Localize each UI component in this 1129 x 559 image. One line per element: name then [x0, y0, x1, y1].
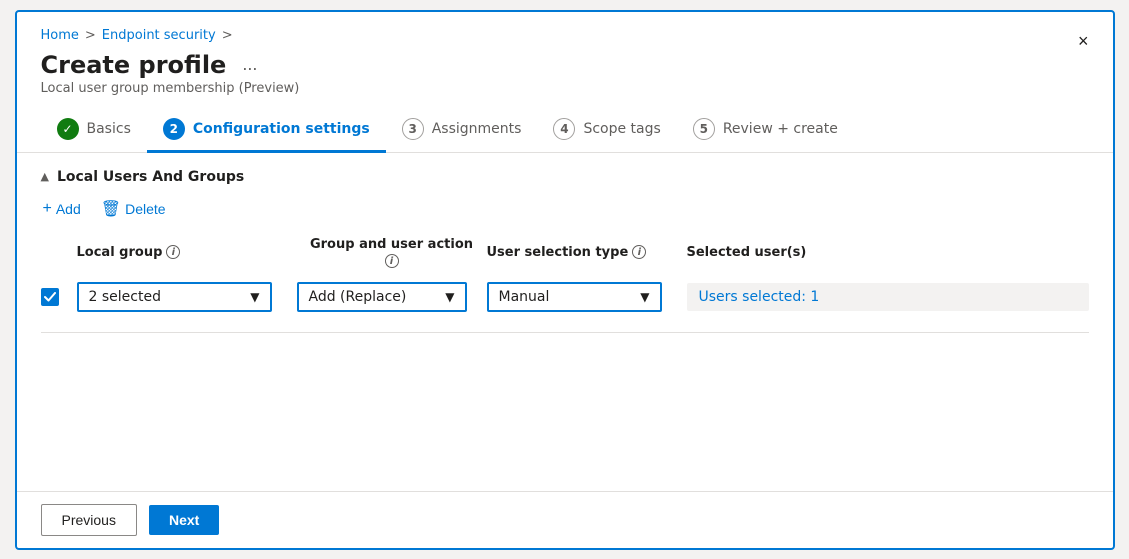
- col-selected-users-header: Selected user(s): [687, 245, 1089, 260]
- selected-users-link[interactable]: Users selected: 1: [687, 283, 1089, 311]
- local-group-dropdown-arrow: ▼: [250, 290, 259, 304]
- selection-type-value: Manual: [499, 289, 550, 305]
- more-options-button[interactable]: ...: [236, 52, 263, 77]
- row-checkbox[interactable]: [41, 288, 59, 306]
- tab-basics-label: Basics: [87, 121, 131, 137]
- tab-config-label: Configuration settings: [193, 121, 370, 137]
- local-group-dropdown[interactable]: 2 selected ▼: [77, 282, 272, 312]
- tab-review-badge: 5: [693, 118, 715, 140]
- table-header-row: Local group i Group and user action i Us…: [41, 237, 1089, 273]
- tab-scope-label: Scope tags: [583, 121, 660, 137]
- tab-basics[interactable]: ✓ Basics: [41, 108, 147, 152]
- local-group-value: 2 selected: [89, 289, 161, 305]
- action-value: Add (Replace): [309, 289, 407, 305]
- local-group-cell: 2 selected ▼: [77, 282, 297, 312]
- selected-users-cell: Users selected: 1: [687, 283, 1089, 311]
- tab-config-badge: 2: [163, 118, 185, 140]
- tab-scope-badge: 4: [553, 118, 575, 140]
- table-row: 2 selected ▼ Add (Replace) ▼ Manual ▼: [41, 278, 1089, 316]
- previous-button[interactable]: Previous: [41, 504, 137, 536]
- add-label: Add: [56, 201, 81, 217]
- add-button[interactable]: + Add: [41, 196, 83, 222]
- modal-footer: Previous Next: [17, 491, 1113, 548]
- action-dropdown-arrow: ▼: [445, 290, 454, 304]
- selected-users-value: Users selected: 1: [699, 289, 820, 305]
- delete-button[interactable]: 🗑 Delete: [99, 195, 168, 223]
- selection-type-header-label: User selection type: [487, 245, 629, 260]
- selection-type-cell: Manual ▼: [487, 282, 687, 312]
- page-title: Create profile: [41, 51, 227, 79]
- plus-icon: +: [43, 200, 52, 218]
- col-local-group-header: Local group i: [77, 245, 297, 260]
- section-header[interactable]: ▲ Local Users And Groups: [41, 153, 1089, 195]
- trash-icon: 🗑: [101, 199, 121, 219]
- breadcrumb-home[interactable]: Home: [41, 28, 79, 43]
- tab-assignments[interactable]: 3 Assignments: [386, 108, 538, 152]
- toolbar: + Add 🗑 Delete: [41, 195, 1089, 223]
- main-content: ▲ Local Users And Groups + Add 🗑 Delete …: [17, 153, 1113, 491]
- delete-label: Delete: [125, 201, 165, 217]
- breadcrumb-sep2: >: [222, 28, 233, 43]
- tab-basics-badge: ✓: [57, 118, 79, 140]
- local-group-header-label: Local group: [77, 245, 163, 260]
- tabs-container: ✓ Basics 2 Configuration settings 3 Assi…: [17, 108, 1113, 153]
- tab-review[interactable]: 5 Review + create: [677, 108, 854, 152]
- create-profile-modal: Home > Endpoint security > Create profil…: [15, 10, 1115, 550]
- action-header-label: Group and user action: [310, 237, 473, 252]
- selection-type-info-icon[interactable]: i: [632, 245, 646, 259]
- col-selection-type-header: User selection type i: [487, 245, 687, 260]
- selected-users-header-label: Selected user(s): [687, 245, 807, 260]
- selection-type-dropdown-arrow: ▼: [640, 290, 649, 304]
- modal-header: Home > Endpoint security > Create profil…: [17, 12, 1113, 108]
- next-button[interactable]: Next: [149, 505, 219, 535]
- page-subtitle: Local user group membership (Preview): [41, 81, 1089, 96]
- chevron-up-icon: ▲: [41, 170, 49, 183]
- close-button[interactable]: ×: [1074, 28, 1093, 54]
- row-checkbox-cell: [41, 288, 77, 306]
- tab-configuration[interactable]: 2 Configuration settings: [147, 108, 386, 152]
- action-dropdown[interactable]: Add (Replace) ▼: [297, 282, 467, 312]
- tab-review-label: Review + create: [723, 121, 838, 137]
- action-cell: Add (Replace) ▼: [297, 282, 487, 312]
- breadcrumb-sep1: >: [85, 28, 96, 43]
- selection-type-dropdown[interactable]: Manual ▼: [487, 282, 662, 312]
- action-info-icon[interactable]: i: [385, 254, 399, 268]
- table: Local group i Group and user action i Us…: [41, 237, 1089, 317]
- section-title: Local Users And Groups: [57, 169, 244, 185]
- tab-scope[interactable]: 4 Scope tags: [537, 108, 676, 152]
- tab-assign-badge: 3: [402, 118, 424, 140]
- tab-assignments-label: Assignments: [432, 121, 522, 137]
- local-group-info-icon[interactable]: i: [166, 245, 180, 259]
- col-action-header: Group and user action i: [297, 237, 487, 269]
- breadcrumb-endpoint-security[interactable]: Endpoint security: [102, 28, 216, 43]
- content-divider: [41, 332, 1089, 333]
- breadcrumb: Home > Endpoint security >: [41, 28, 1089, 43]
